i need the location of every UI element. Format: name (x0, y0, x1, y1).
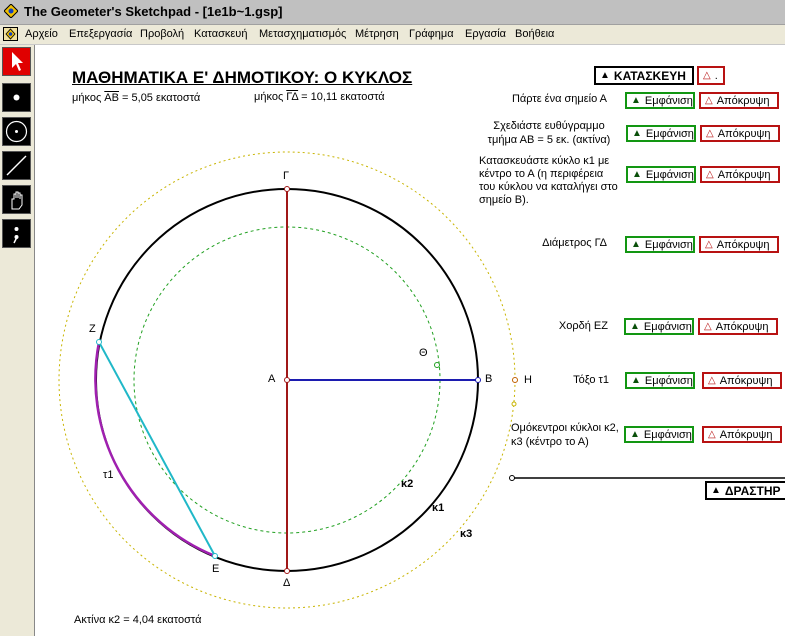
label-d: Δ (283, 577, 291, 589)
step-2-show-button[interactable]: ▲ Εμφάνιση (626, 125, 696, 142)
measure-ab-prefix: μήκος (72, 92, 105, 104)
step-4-hide-button[interactable]: △ Απόκρυψη (699, 236, 779, 253)
label-k1: κ1 (432, 502, 445, 514)
point-d[interactable] (284, 568, 290, 574)
point-k3-handle[interactable] (511, 401, 517, 407)
step-6-text: Τόξο τ1 (573, 374, 609, 386)
page-heading: ΜΑΘΗΜΑΤΙΚΑ Ε' ΔΗΜΟΤΙΚΟΥ: Ο ΚΥΚΛΟΣ (72, 68, 413, 87)
measure-ab[interactable]: μήκος AB = 5,05 εκατοστά (72, 92, 200, 104)
label-h: Η (524, 374, 532, 386)
triangle-icon: ▲ (630, 321, 640, 332)
construct-hide-button[interactable]: △. (697, 66, 725, 85)
triangle-icon: ▲ (631, 375, 641, 386)
label-t1: τ1 (103, 469, 114, 481)
point-link[interactable] (509, 475, 515, 481)
measure-ab-segment: AB (104, 92, 119, 104)
step-4-text: Διάμετρος ΓΔ (542, 237, 607, 249)
step-2-hide-button[interactable]: △ Απόκρυψη (700, 125, 780, 142)
triangle-icon: ▲ (631, 239, 641, 250)
triangle-outline-icon: △ (708, 375, 716, 386)
step-7-text: Ομόκεντροι κύκλοι κ2, κ3 (κέντρο το Α) (511, 422, 619, 448)
triangle-outline-icon: △ (705, 95, 713, 106)
point-a[interactable] (284, 377, 290, 383)
triangle-icon: ▲ (711, 485, 721, 496)
triangle-icon: ▲ (630, 429, 640, 440)
step-3-show-button[interactable]: ▲ Εμφάνιση (626, 166, 696, 183)
measure-gd-prefix: μήκος (254, 91, 287, 103)
step-3-text: Κατασκευάστε κύκλο κ1 με κέντρο το Α (η … (479, 155, 618, 206)
label-z: Ζ (89, 323, 96, 335)
step-2-text: Σχεδιάστε ευθύγραμμο τμήμα ΑΒ = 5 εκ. (α… (487, 120, 611, 146)
label-k2: κ2 (401, 478, 414, 490)
step-6-show-button[interactable]: ▲ Εμφάνιση (625, 372, 695, 389)
triangle-icon: ▲ (632, 169, 642, 180)
measure-radius-k2[interactable]: Ακτίνα κ2 = 4,04 εκατοστά (74, 614, 201, 626)
step-6-hide-button[interactable]: △ Απόκρυψη (702, 372, 782, 389)
label-b: Β (485, 373, 493, 385)
point-h[interactable] (512, 377, 518, 383)
step-1-show-button[interactable]: ▲ Εμφάνιση (625, 92, 695, 109)
measure-gd[interactable]: μήκος ΓΔ = 10,11 εκατοστά (254, 91, 385, 103)
triangle-icon: ▲ (600, 70, 610, 81)
step-4-show-button[interactable]: ▲ Εμφάνιση (625, 236, 695, 253)
point-z[interactable] (96, 339, 102, 345)
step-7-hide-button[interactable]: △ Απόκρυψη (702, 426, 782, 443)
measure-gd-value: = 10,11 εκατοστά (298, 91, 385, 103)
construct-button[interactable]: ▲ ΚΑΤΑΣΚΕΥΗ (594, 66, 694, 85)
measure-ab-value: = 5,05 εκατοστά (118, 92, 201, 104)
step-7-show-button[interactable]: ▲ Εμφάνιση (624, 426, 694, 443)
chord-ez[interactable] (98, 341, 216, 557)
label-e: Ε (212, 563, 220, 575)
point-e[interactable] (212, 553, 218, 559)
step-1-text: Πάρτε ένα σημείο Α (511, 93, 607, 105)
step-1-hide-button[interactable]: △ Απόκρυψη (699, 92, 779, 109)
triangle-icon: ▲ (632, 128, 642, 139)
activity-button[interactable]: ▲ ΔΡΑΣΤΗΡ (705, 481, 785, 500)
triangle-icon: ▲ (631, 95, 641, 106)
label-k3: κ3 (460, 528, 473, 540)
label-a: Α (268, 373, 276, 385)
label-g: Γ (283, 170, 290, 182)
measure-gd-segment: ΓΔ (286, 91, 299, 103)
triangle-outline-icon: △ (704, 321, 712, 332)
triangle-outline-icon: △ (706, 169, 714, 180)
point-b[interactable] (475, 377, 481, 383)
point-th[interactable] (434, 362, 440, 368)
label-th: Θ (419, 347, 428, 359)
triangle-outline-icon: △ (705, 239, 713, 250)
step-5-hide-button[interactable]: △ Απόκρυψη (698, 318, 778, 335)
triangle-outline-icon: △ (703, 70, 711, 81)
step-3-hide-button[interactable]: △ Απόκρυψη (700, 166, 780, 183)
point-g[interactable] (284, 186, 290, 192)
step-5-show-button[interactable]: ▲ Εμφάνιση (624, 318, 694, 335)
step-5-text: Χορδή ΕΖ (558, 320, 608, 332)
triangle-outline-icon: △ (708, 429, 716, 440)
triangle-outline-icon: △ (706, 128, 714, 139)
